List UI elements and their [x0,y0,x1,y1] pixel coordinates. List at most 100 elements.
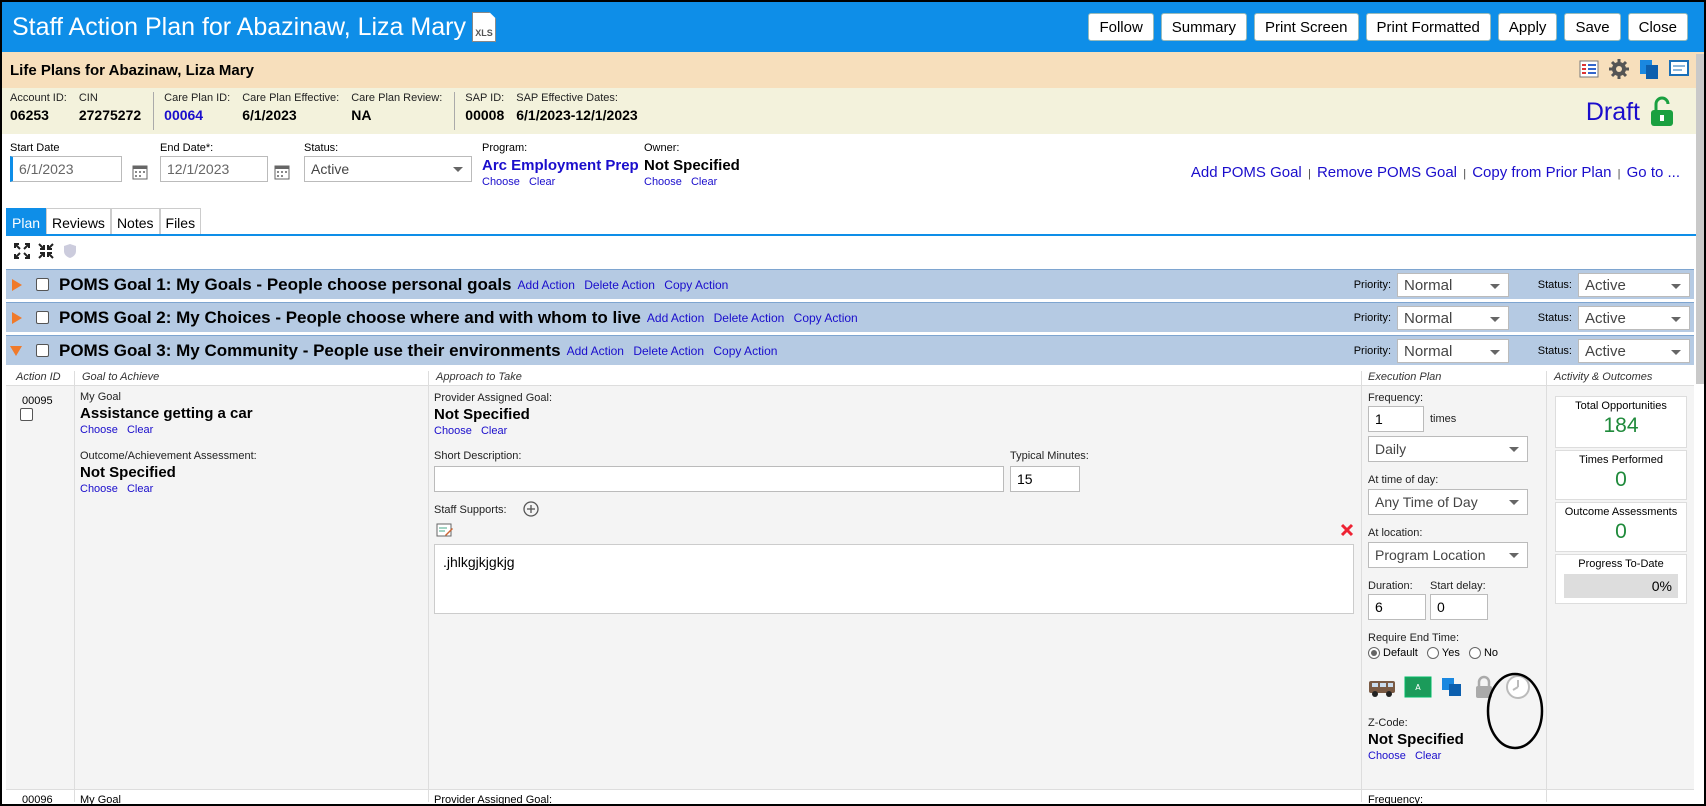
priority-select[interactable]: Normal [1397,339,1509,363]
require-end-yes-radio[interactable] [1426,647,1439,660]
priority-label: Priority: [1353,345,1391,357]
status-select[interactable]: Active [1578,306,1690,330]
goal-checkbox[interactable] [36,278,49,291]
add-poms-goal-link[interactable]: Add POMS Goal [1191,164,1302,181]
goal-row-3[interactable]: POMS Goal 3: My Community - People use t… [6,335,1694,365]
staff-supports-text[interactable]: .jhlkgjkjgkjg [434,544,1354,614]
copy-blue-icon[interactable] [1440,676,1464,698]
my-goal-clear-link[interactable]: Clear [127,424,153,436]
outcome-clear-link[interactable]: Clear [127,483,153,495]
delete-action-link[interactable]: Delete Action [714,311,785,325]
message-icon[interactable] [1668,58,1690,80]
copy-action-link[interactable]: Copy Action [713,344,777,358]
filter-row: Start Date 6/1/2023 End Date*: 12/1/2023… [2,134,1704,212]
time-of-day-select[interactable]: Any Time of Day [1368,489,1528,515]
remove-poms-goal-link[interactable]: Remove POMS Goal [1317,164,1457,181]
program-clear-link[interactable]: Clear [529,176,555,188]
unlock-icon[interactable] [1648,96,1676,128]
goal-checkbox[interactable] [36,344,49,357]
my-goal-choose-link[interactable]: Choose [80,424,118,436]
require-end-default-radio[interactable] [1368,647,1380,660]
program-link[interactable]: Arc Employment Prep [482,157,639,174]
collapse-arrow-icon[interactable] [10,345,22,356]
frequency-input[interactable]: 1 [1368,406,1424,432]
owner-clear-link[interactable]: Clear [691,176,717,188]
chalkboard-icon[interactable]: A [1404,676,1432,698]
owner-choose-link[interactable]: Choose [644,176,682,188]
start-delay-input[interactable]: 0 [1430,594,1488,620]
goal-row-2[interactable]: POMS Goal 2: My Choices - People choose … [6,302,1694,332]
delete-action-link[interactable]: Delete Action [584,278,655,292]
approach-cell: Provider Assigned Goal: Not Specified Ch… [434,392,1354,614]
expand-arrow-icon[interactable] [12,311,22,324]
duration-input[interactable]: 6 [1368,594,1426,620]
close-button[interactable]: Close [1627,13,1688,41]
require-end-no-radio[interactable] [1468,647,1481,660]
provider-clear-link[interactable]: Clear [481,425,507,437]
gear-icon[interactable] [1608,58,1630,80]
add-action-link[interactable]: Add Action [567,344,624,358]
plan-info-row: Account ID: 06253 CIN 27275272 Care Plan… [2,88,1704,134]
end-date-input[interactable]: 12/1/2023 [160,156,268,182]
status-select[interactable]: Active [1578,273,1690,297]
tab-files[interactable]: Files [159,208,202,234]
priority-select[interactable]: Normal [1397,306,1509,330]
frequency-period-select[interactable]: Daily [1368,436,1528,462]
delete-x-icon[interactable] [1340,523,1354,537]
care-plan-id-link[interactable]: 00064 [164,107,230,123]
priority-label: Priority: [1353,279,1391,291]
xls-export-icon[interactable]: XLS [471,12,496,42]
goal-row-1[interactable]: POMS Goal 1: My Goals - People choose pe… [6,269,1694,299]
start-date-input[interactable]: 6/1/2023 [10,156,122,182]
go-to-link[interactable]: Go to ... [1627,164,1680,181]
report-icon[interactable] [1578,58,1600,80]
copy-prior-plan-link[interactable]: Copy from Prior Plan [1472,164,1611,181]
status-select[interactable]: Active [1578,339,1690,363]
van-icon[interactable] [1368,676,1396,698]
program-choose-link[interactable]: Choose [482,176,520,188]
shield-icon[interactable] [62,243,78,259]
add-action-link[interactable]: Add Action [518,278,575,292]
copy-action-link[interactable]: Copy Action [664,278,728,292]
life-plans-title: Life Plans for Abazinaw, Liza Mary [10,61,254,79]
save-button[interactable]: Save [1564,13,1621,41]
outcome-assessments-box: Outcome Assessments 0 [1555,502,1687,552]
zcode-choose-link[interactable]: Choose [1368,750,1406,762]
collapse-all-icon[interactable] [38,243,54,259]
add-circle-icon[interactable] [522,500,540,518]
typical-minutes-input[interactable]: 15 [1010,466,1080,492]
action-checkbox[interactable] [20,408,33,421]
tab-notes[interactable]: Notes [110,208,160,234]
tab-reviews[interactable]: Reviews [46,208,111,234]
next-provider-label: Provider Assigned Goal: [434,794,553,806]
print-screen-button[interactable]: Print Screen [1253,13,1359,41]
calendar-icon[interactable] [274,164,290,180]
location-select[interactable]: Program Location [1368,542,1528,568]
goal-checkbox[interactable] [36,311,49,324]
copy-action-link[interactable]: Copy Action [794,311,858,325]
edit-note-icon[interactable] [436,522,454,538]
follow-button[interactable]: Follow [1088,13,1154,41]
expand-arrow-icon[interactable] [12,278,22,291]
status-select[interactable]: Active [304,156,472,182]
provider-choose-link[interactable]: Choose [434,425,472,437]
provider-goal-value: Not Specified [434,406,530,423]
summary-button[interactable]: Summary [1160,13,1247,41]
priority-select[interactable]: Normal [1397,273,1509,297]
title-bar: Staff Action Plan for Abazinaw, Liza Mar… [2,2,1704,52]
tab-plan[interactable]: Plan [6,208,47,234]
short-description-input[interactable] [434,466,1004,492]
status-label: Status: [1537,279,1572,291]
vertical-scrollbar[interactable] [1696,54,1704,384]
delete-action-link[interactable]: Delete Action [633,344,704,358]
add-action-link[interactable]: Add Action [647,311,704,325]
expand-all-icon[interactable] [14,243,30,259]
apply-button[interactable]: Apply [1497,13,1558,41]
copy-documents-icon[interactable] [1638,58,1660,80]
zcode-clear-link[interactable]: Clear [1415,750,1441,762]
life-plans-bar: Life Plans for Abazinaw, Liza Mary [2,52,1704,88]
page-title: Staff Action Plan for Abazinaw, Liza Mar… [12,12,466,41]
calendar-icon[interactable] [132,164,148,180]
print-formatted-button[interactable]: Print Formatted [1365,13,1491,41]
outcome-choose-link[interactable]: Choose [80,483,118,495]
